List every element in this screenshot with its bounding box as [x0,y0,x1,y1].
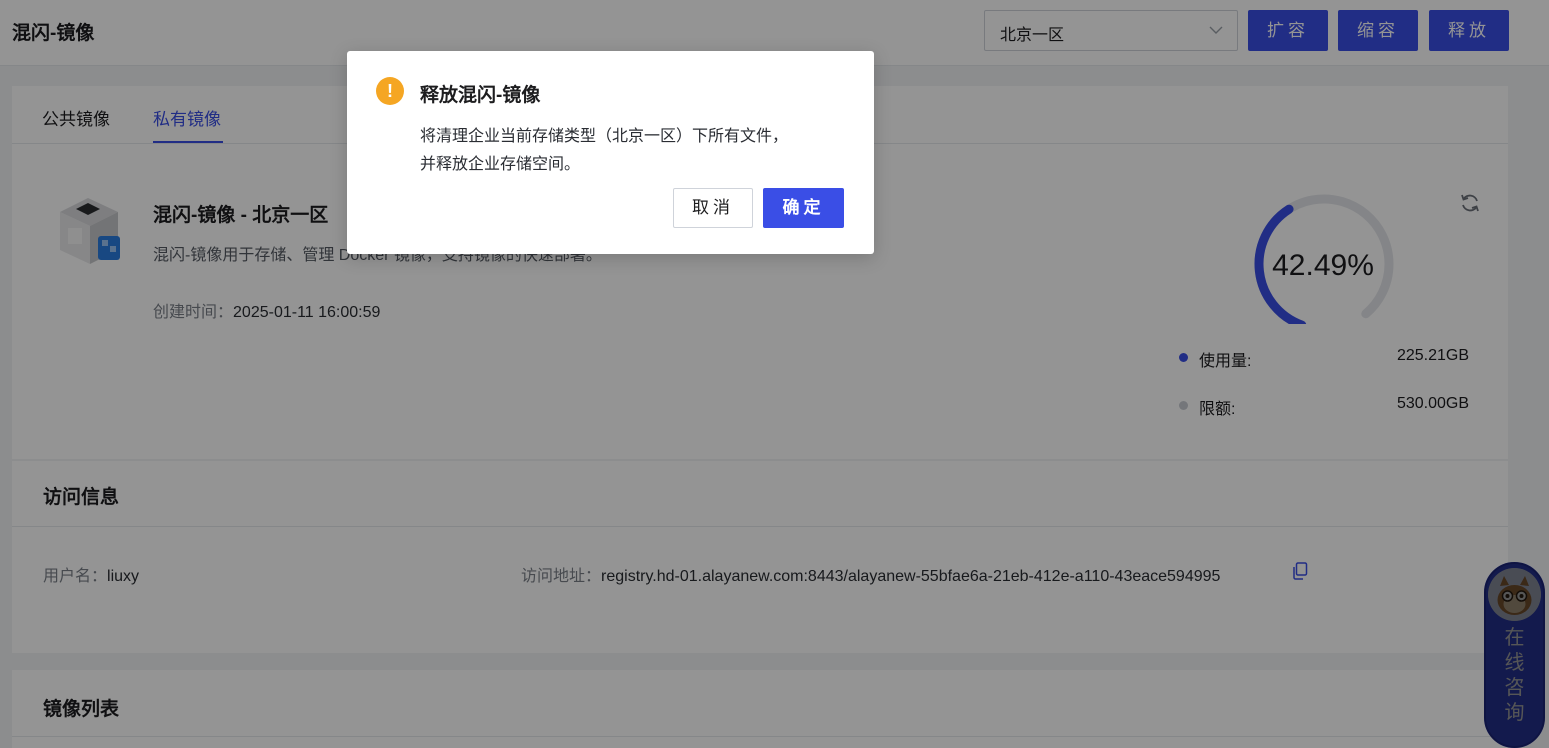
dialog-message-line-2: 并释放企业存储空间。 [420,156,581,173]
cancel-button[interactable]: 取消 [673,188,753,228]
confirm-button[interactable]: 确定 [763,188,844,228]
dialog-title: 释放混闪-镜像 [420,85,541,106]
dialog-message-line-1: 将清理企业当前存储类型（北京一区）下所有文件， [420,128,789,145]
warning-icon: ! [376,77,404,105]
release-confirm-dialog: ! 释放混闪-镜像 将清理企业当前存储类型（北京一区）下所有文件， 并释放企业存… [347,51,874,254]
